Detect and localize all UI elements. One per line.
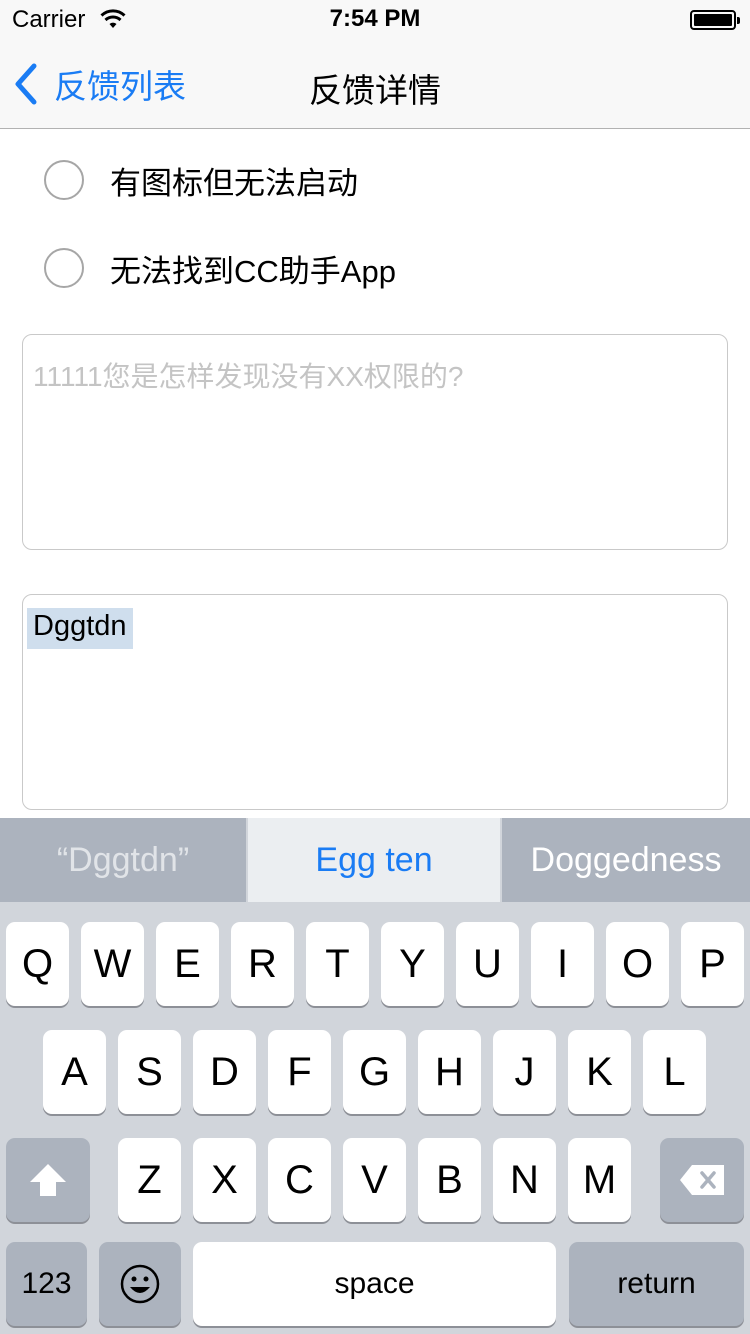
radio-button[interactable] [44,160,84,200]
return-key[interactable]: return [569,1242,744,1326]
delete-key[interactable] [660,1138,744,1222]
key-w[interactable]: W [81,922,144,1006]
key-r[interactable]: R [231,922,294,1006]
key-h[interactable]: H [418,1030,481,1114]
key-y[interactable]: Y [381,922,444,1006]
key-j[interactable]: J [493,1030,556,1114]
key-n[interactable]: N [493,1138,556,1222]
shift-arrow-icon [30,1164,66,1196]
option-label: 有图标但无法启动 [110,165,358,201]
space-key[interactable]: space [193,1242,556,1326]
key-k[interactable]: K [568,1030,631,1114]
suggestion-literal[interactable]: “Dggtdn” [0,818,246,902]
option-app-not-found[interactable]: 无法找到CC助手App [44,246,464,290]
question-placeholder: 11111您是怎样发现没有XX权限的? [33,361,464,392]
option-no-launch[interactable]: 有图标但无法启动 [44,158,464,202]
option-label: 无法找到CC助手App [110,253,396,289]
key-a[interactable]: A [43,1030,106,1114]
question-textarea[interactable]: 11111您是怎样发现没有XX权限的? [22,334,728,550]
numbers-key[interactable]: 123 [6,1242,87,1326]
radio-button[interactable] [44,248,84,288]
key-x[interactable]: X [193,1138,256,1222]
key-g[interactable]: G [343,1030,406,1114]
backspace-icon [680,1165,724,1195]
answer-text: Dggtdn [27,608,133,649]
key-e[interactable]: E [156,922,219,1006]
key-l[interactable]: L [643,1030,706,1114]
key-z[interactable]: Z [118,1138,181,1222]
key-b[interactable]: B [418,1138,481,1222]
key-v[interactable]: V [343,1138,406,1222]
suggestion-alternative[interactable]: Doggedness [502,818,750,902]
suggestion-autocorrect[interactable]: Egg ten [248,818,500,902]
shift-key[interactable] [6,1138,90,1222]
key-f[interactable]: F [268,1030,331,1114]
key-m[interactable]: M [568,1138,631,1222]
key-s[interactable]: S [118,1030,181,1114]
page-title: 反馈详情 [309,72,441,109]
battery-icon [690,10,740,30]
keyboard: “Dggtdn” Egg ten Doggedness Q W E R T Y … [0,818,750,1334]
key-q[interactable]: Q [6,922,69,1006]
key-t[interactable]: T [306,922,369,1006]
key-c[interactable]: C [268,1138,331,1222]
key-i[interactable]: I [531,922,594,1006]
suggestion-bar: “Dggtdn” Egg ten Doggedness [0,818,750,902]
key-p[interactable]: P [681,922,744,1006]
status-time: 7:54 PM [329,5,421,32]
key-o[interactable]: O [606,922,669,1006]
emoji-icon [120,1264,160,1304]
answer-textarea[interactable]: Dggtdn [22,594,728,810]
emoji-key[interactable] [99,1242,181,1326]
key-u[interactable]: U [456,922,519,1006]
key-d[interactable]: D [193,1030,256,1114]
